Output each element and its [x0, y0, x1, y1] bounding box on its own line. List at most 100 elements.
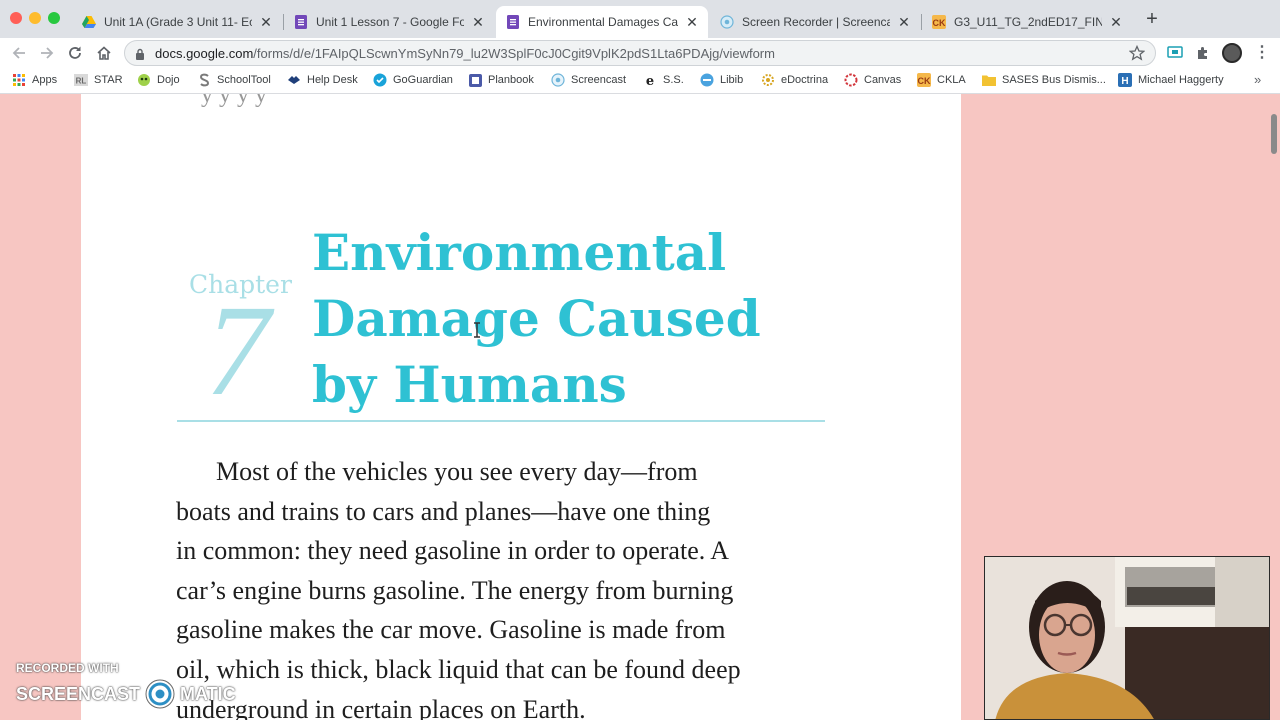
bookmark-label: Canvas: [864, 74, 902, 86]
home-icon: [97, 46, 111, 60]
body-line: underground in certain places on Earth.: [176, 694, 586, 720]
apps-grid-icon: [12, 73, 26, 87]
chapter-number: 7: [205, 279, 270, 423]
body-line: in common: they need gasoline in order t…: [176, 536, 730, 566]
bookmark-star-icon[interactable]: [1128, 44, 1146, 66]
body-line: oil, which is thick, black liquid that c…: [176, 654, 741, 684]
url-host: docs.google.com: [155, 46, 254, 61]
body-line: car’s engine burns gasoline. The energy …: [176, 575, 734, 605]
bookmark-label: eDoctrina: [781, 74, 829, 86]
home-button[interactable]: [93, 42, 115, 64]
lock-icon[interactable]: [135, 47, 145, 65]
window-maximize-button[interactable]: [48, 12, 60, 24]
screencast-icon: [551, 73, 565, 87]
bookmark-schooltool[interactable]: SchoolTool: [197, 73, 271, 87]
reload-icon: [69, 46, 81, 59]
cast-icon[interactable]: [1165, 43, 1185, 63]
bookmark-label: Dojo: [157, 74, 180, 86]
back-button[interactable]: [8, 42, 30, 64]
arrow-left-icon: [12, 47, 25, 59]
address-bar[interactable]: docs.google.com/forms/d/e/1FAIpQLScwnYmS…: [124, 40, 1156, 66]
tab-title: Unit 1 Lesson 7 - Google Forms: [316, 15, 464, 29]
profile-avatar[interactable]: [1222, 43, 1242, 63]
bookmark-ckla[interactable]: CK CKLA: [917, 73, 966, 87]
url-path: /forms/d/e/1FAIpQLScwnYmSyNn79_lu2W3SplF…: [253, 46, 775, 61]
schooltool-icon: [197, 73, 211, 87]
tab-unit-1a[interactable]: Unit 1A (Grade 3 Unit 11- Ecolo ✕: [72, 6, 282, 38]
bookmark-sases-bus[interactable]: SASES Bus Dismis...: [982, 73, 1106, 87]
screencast-o-matic-watermark: SCREENCAST MATIC: [16, 678, 236, 710]
close-icon[interactable]: ✕: [896, 14, 912, 30]
bookmark-label: Screencast: [571, 74, 627, 86]
bookmark-label: Michael Haggerty: [1138, 74, 1224, 86]
tab-title: Screen Recorder | Screencast-: [742, 15, 890, 29]
forward-button[interactable]: [36, 42, 58, 64]
tab-title: Unit 1A (Grade 3 Unit 11- Ecolo: [104, 15, 252, 29]
form-image-page: y y y y Chapter 7 Environmental Damage C…: [81, 94, 961, 720]
help-desk-icon: [287, 73, 301, 87]
arrow-right-icon: [41, 47, 54, 59]
ss-icon: e: [643, 73, 657, 87]
body-line: boats and trains to cars and planes—have…: [176, 496, 711, 526]
close-icon[interactable]: ✕: [1108, 14, 1124, 30]
window-close-button[interactable]: [10, 12, 22, 24]
bookmark-apps[interactable]: Apps: [12, 73, 57, 87]
screencast-icon: [720, 15, 734, 29]
webcam-overlay: [984, 556, 1270, 720]
watermark-screencast: SCREENCAST: [16, 683, 141, 704]
bookmark-label: S.S.: [663, 74, 684, 86]
chapter-divider: [177, 420, 825, 422]
close-icon[interactable]: ✕: [470, 14, 486, 30]
tab-environmental-damages[interactable]: Environmental Damages Caused ✕: [496, 6, 708, 38]
goguardian-icon: [373, 73, 387, 87]
cut-off-text: y y y y: [201, 94, 267, 108]
bookmark-libib[interactable]: Libib: [700, 73, 743, 87]
bookmark-help-desk[interactable]: Help Desk: [287, 73, 358, 87]
bookmark-goguardian[interactable]: GoGuardian: [373, 73, 453, 87]
bookmark-label: Apps: [32, 74, 58, 86]
chapter-title-line: by Humans: [312, 355, 627, 414]
bookmark-label: Libib: [720, 74, 744, 86]
dojo-icon: [137, 73, 151, 87]
svg-text:RL: RL: [76, 77, 87, 86]
tab-screen-recorder[interactable]: Screen Recorder | Screencast- ✕: [710, 6, 920, 38]
star-rl-icon: RL: [74, 73, 88, 87]
folder-icon: [982, 73, 996, 87]
svg-text:CK: CK: [918, 76, 931, 86]
bookmark-label: GoGuardian: [393, 74, 453, 86]
extensions-puzzle-icon[interactable]: [1193, 43, 1213, 63]
tab-unit-1-lesson-7[interactable]: Unit 1 Lesson 7 - Google Forms ✕: [284, 6, 494, 38]
chapter-body-text: Most of the vehicles you see every day—f…: [176, 452, 856, 720]
new-tab-button[interactable]: +: [1142, 9, 1162, 29]
watermark-matic: MATIC: [180, 683, 236, 704]
tab-g3-u11-tg[interactable]: CK G3_U11_TG_2ndED17_FINAL_2 ✕: [922, 6, 1132, 38]
bookmark-star[interactable]: RL STAR: [74, 73, 123, 87]
bookmark-label: SASES Bus Dismis...: [1002, 74, 1106, 86]
libib-icon: [700, 73, 714, 87]
bookmark-ss[interactable]: e S.S.: [643, 73, 684, 87]
canvas-icon: [844, 73, 858, 87]
body-line: gasoline makes the car move. Gasoline is…: [176, 615, 726, 645]
bookmark-edoctrina[interactable]: eDoctrina: [761, 73, 828, 87]
google-forms-icon: [506, 15, 520, 29]
window-minimize-button[interactable]: [29, 12, 41, 24]
screencast-logo-icon: [145, 679, 175, 709]
scrollbar-thumb[interactable]: [1271, 114, 1277, 154]
chapter-title-line: Environmental: [312, 223, 727, 282]
close-icon[interactable]: ✕: [258, 14, 274, 30]
browser-toolbar: docs.google.com/forms/d/e/1FAIpQLScwnYmS…: [0, 38, 1280, 67]
bookmarks-overflow-icon[interactable]: »: [1254, 72, 1261, 87]
bookmark-label: Help Desk: [307, 74, 358, 86]
kebab-menu-icon[interactable]: ⋮: [1254, 43, 1270, 63]
tab-title: G3_U11_TG_2ndED17_FINAL_2: [954, 15, 1102, 29]
close-icon[interactable]: ✕: [684, 14, 700, 30]
reload-button[interactable]: [64, 42, 86, 64]
bookmark-dojo[interactable]: Dojo: [137, 73, 180, 87]
bookmark-screencast[interactable]: Screencast: [551, 73, 626, 87]
bookmark-label: CKLA: [937, 74, 966, 86]
bookmark-canvas[interactable]: Canvas: [844, 73, 901, 87]
bookmark-michael-haggerty[interactable]: H Michael Haggerty: [1118, 73, 1224, 87]
ckla-icon: CK: [932, 15, 946, 29]
watermark-recorded-with: RECORDED WITH: [16, 661, 119, 675]
bookmark-planbook[interactable]: Planbook: [468, 73, 534, 87]
